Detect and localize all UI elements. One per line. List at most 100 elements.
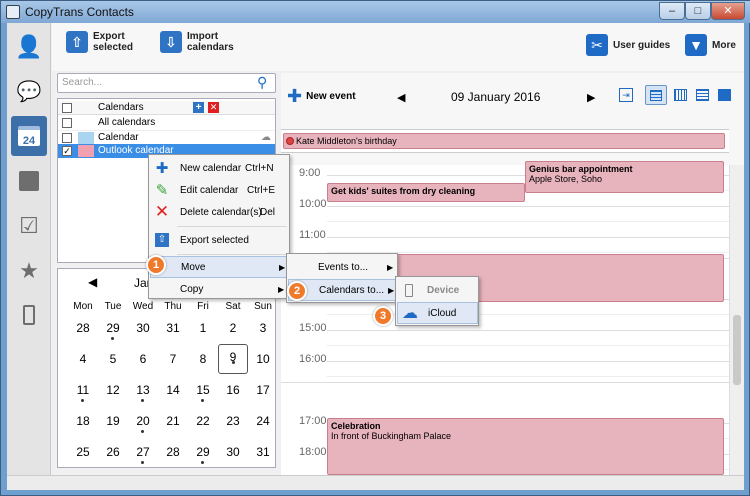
minical-day[interactable]: 23: [218, 414, 248, 428]
minical-day[interactable]: 30: [128, 321, 158, 335]
calendar-checkbox[interactable]: [62, 133, 72, 143]
delete-calendar-icon[interactable]: ✕: [208, 102, 219, 113]
submenu-arrow-icon: ▶: [279, 262, 286, 272]
minical-day[interactable]: 24: [248, 414, 278, 428]
minical-day[interactable]: 25: [68, 445, 98, 459]
year-view-icon[interactable]: [718, 89, 731, 101]
minical-day[interactable]: 31: [248, 445, 278, 459]
minical-day[interactable]: 8: [188, 352, 218, 366]
minical-day[interactable]: 4: [68, 352, 98, 366]
add-calendar-icon[interactable]: +: [193, 102, 204, 113]
minical-day[interactable]: 14: [158, 383, 188, 397]
import-calendars-button[interactable]: ⇩ Import calendars: [160, 31, 234, 53]
minical-day[interactable]: 1: [188, 321, 218, 335]
minical-day[interactable]: 17: [248, 383, 278, 397]
minical-day[interactable]: 18: [68, 414, 98, 428]
minical-day[interactable]: 15: [188, 383, 218, 402]
tasks-icon: ☑: [19, 213, 39, 238]
calendar-row-all[interactable]: All calendars: [58, 116, 275, 130]
nav-notes[interactable]: [11, 161, 47, 201]
today-view-icon[interactable]: ⇥: [619, 88, 633, 102]
minical-day[interactable]: 6: [128, 352, 158, 366]
all-day-event[interactable]: Kate Middleton's birthday: [283, 133, 725, 149]
month-view-icon[interactable]: [696, 89, 709, 101]
minical-day[interactable]: 28: [68, 321, 98, 335]
export-icon: ⇧: [66, 31, 88, 53]
plus-icon: ✚: [287, 86, 303, 106]
close-button[interactable]: ✕: [711, 2, 745, 20]
menu-separator: [177, 254, 287, 255]
minical-day[interactable]: 3: [248, 321, 278, 335]
calendar-checkbox[interactable]: [62, 118, 72, 128]
event-dot: [81, 399, 84, 402]
nav-favorites[interactable]: ★: [11, 251, 47, 291]
event-genius-bar[interactable]: Genius bar appointment Apple Store, Soho: [525, 161, 724, 193]
minical-day[interactable]: 11: [68, 383, 98, 402]
menu-icloud[interactable]: ☁ iCloud: [397, 302, 478, 324]
next-day-icon[interactable]: ▶: [587, 91, 595, 104]
vertical-scrollbar[interactable]: [729, 165, 744, 475]
user-guides-button[interactable]: ✂ User guides: [586, 34, 670, 56]
minical-day[interactable]: 9: [218, 344, 248, 374]
minical-day[interactable]: 30: [218, 445, 248, 459]
menu-copy[interactable]: Copy ▶: [150, 278, 289, 300]
minical-day[interactable]: 28: [158, 445, 188, 459]
hour-gridline: [327, 330, 729, 331]
minical-prev-icon[interactable]: ◀: [88, 275, 97, 289]
title-bar[interactable]: CopyTrans Contacts – □ ✕: [1, 1, 750, 23]
event-dry-cleaning[interactable]: Get kids' suites from dry cleaning: [327, 183, 525, 202]
minical-day[interactable]: 19: [98, 414, 128, 428]
menu-move[interactable]: Move ▶: [150, 256, 289, 278]
select-all-checkbox[interactable]: [62, 103, 72, 113]
scroll-thumb[interactable]: [733, 315, 741, 385]
minical-day[interactable]: 10: [248, 352, 278, 366]
search-icon[interactable]: ⚲: [257, 74, 273, 92]
minical-day[interactable]: 13: [128, 383, 158, 402]
week-view-icon[interactable]: [674, 89, 687, 101]
maximize-button[interactable]: □: [685, 2, 711, 20]
minical-day[interactable]: 20: [128, 414, 158, 433]
minical-day[interactable]: 7: [158, 352, 188, 366]
menu-events-to[interactable]: Events to... ▶: [288, 256, 397, 278]
nav-device[interactable]: [11, 295, 47, 335]
event-celebration[interactable]: Celebration In front of Buckingham Palac…: [327, 418, 724, 475]
search-placeholder: Search...: [62, 77, 103, 88]
minical-day[interactable]: 22: [188, 414, 218, 428]
prev-day-icon[interactable]: ◀: [397, 91, 405, 104]
menu-new-calendar[interactable]: ✚ New calendar Ctrl+N: [150, 157, 289, 179]
calendar-row-calendar[interactable]: Calendar ☁: [58, 130, 275, 144]
nav-tasks[interactable]: ☑: [11, 206, 47, 246]
minical-day[interactable]: 26: [98, 445, 128, 459]
minical-day[interactable]: 21: [158, 414, 188, 428]
minimize-button[interactable]: –: [659, 2, 685, 20]
minical-day[interactable]: 29: [98, 321, 128, 340]
favorites-icon: ★: [19, 258, 39, 283]
plus-icon: ✚: [155, 160, 169, 177]
minical-day[interactable]: 2: [218, 321, 248, 335]
day-view-icon[interactable]: [645, 85, 667, 105]
calendar-row-label: Calendar: [98, 132, 139, 143]
export-selected-button[interactable]: ⇧ Export selected: [66, 31, 133, 53]
menu-delete-calendar[interactable]: ✕ Delete calendar(s) Del: [150, 201, 289, 223]
more-button[interactable]: ▼ More: [685, 34, 736, 56]
pencil-icon: ✎: [155, 182, 169, 199]
nav-contacts[interactable]: 👤: [11, 27, 47, 67]
user-guides-label: User guides: [613, 39, 671, 51]
new-event-button[interactable]: ✚ New event: [287, 86, 356, 106]
minical-day[interactable]: 31: [158, 321, 188, 335]
minical-day[interactable]: 5: [98, 352, 128, 366]
menu-label: Delete calendar(s): [180, 206, 262, 218]
copy-icon-spacer: [150, 278, 174, 300]
menu-edit-calendar[interactable]: ✎ Edit calendar Ctrl+E: [150, 179, 289, 201]
minical-day[interactable]: 16: [218, 383, 248, 397]
hour-label: 9:00: [299, 167, 321, 179]
delete-x-icon: ✕: [154, 202, 170, 221]
minical-day[interactable]: 27: [128, 445, 158, 464]
minical-day[interactable]: 29: [188, 445, 218, 464]
search-input[interactable]: Search... ⚲: [57, 73, 276, 93]
calendar-checkbox[interactable]: ✓: [62, 146, 72, 156]
nav-messages[interactable]: 💬: [11, 71, 47, 111]
minical-day[interactable]: 12: [98, 383, 128, 397]
menu-export-selected[interactable]: ⇧ Export selected: [150, 229, 289, 251]
nav-calendar[interactable]: 24: [11, 116, 47, 156]
